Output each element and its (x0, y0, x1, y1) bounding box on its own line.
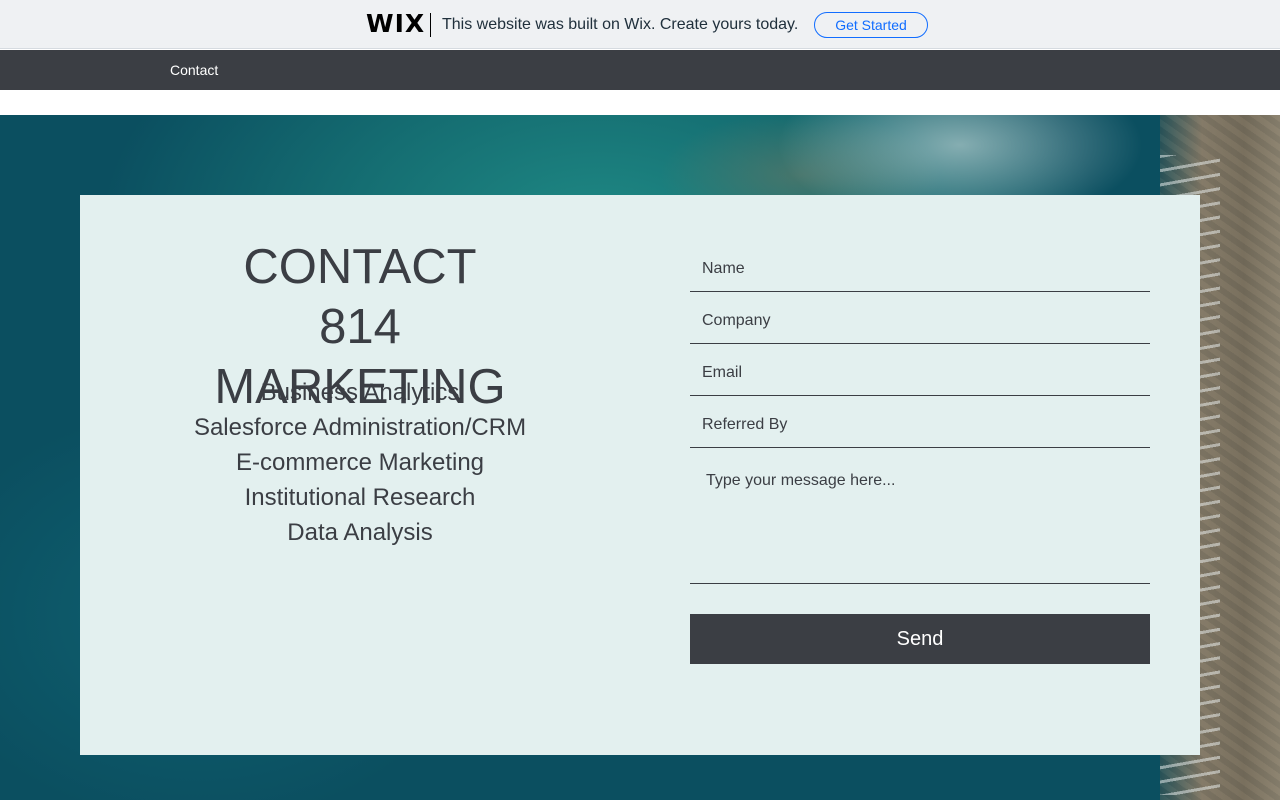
nav-item-contact[interactable]: Contact (170, 61, 218, 79)
service-item: Business Analytics (260, 379, 460, 406)
name-field[interactable] (690, 247, 1150, 292)
company-field[interactable] (690, 299, 1150, 344)
wix-logo[interactable]: WIX (366, 10, 425, 38)
service-item: Data Analysis (287, 519, 433, 546)
wix-banner-message: This website was built on Wix. Create yo… (442, 16, 799, 33)
email-field[interactable] (690, 351, 1150, 396)
wix-banner-divider (430, 13, 431, 37)
referred-by-field[interactable] (690, 403, 1150, 448)
service-item: E-commerce Marketing (235, 449, 485, 476)
service-item: Institutional Research (244, 484, 476, 511)
contact-card: CONTACT 814 MARKETING Business Analytics… (80, 195, 1200, 755)
title-line-1: CONTACT (243, 240, 477, 294)
site-nav: Contact (0, 50, 1280, 90)
send-button[interactable]: Send (690, 614, 1150, 664)
get-started-button[interactable]: Get Started (814, 12, 928, 38)
wix-banner: WIX This website was built on Wix. Creat… (0, 0, 1280, 49)
services-list: Business Analytics Salesforce Administra… (140, 375, 580, 550)
message-textarea[interactable] (690, 460, 1150, 584)
service-item: Salesforce Administration/CRM (193, 414, 527, 441)
